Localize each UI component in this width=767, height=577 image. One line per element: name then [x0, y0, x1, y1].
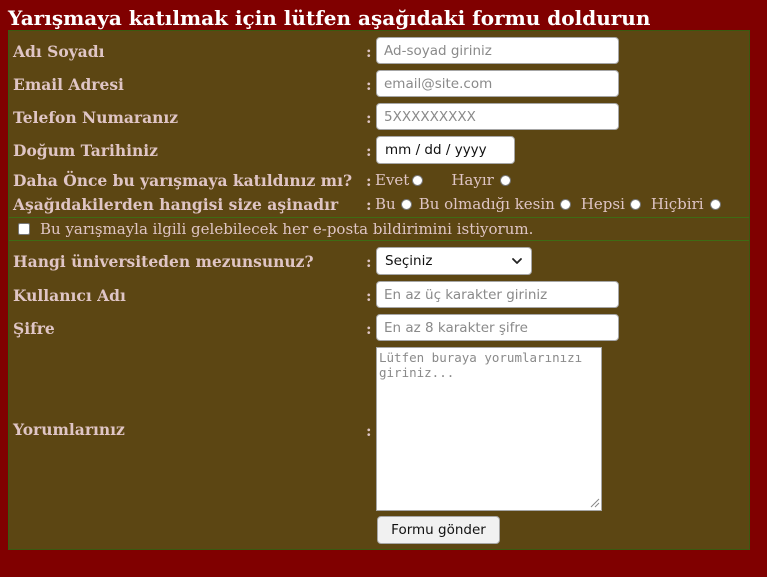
familiar-label: Aşağıdakilerden hangisi size aşinadır	[13, 195, 339, 214]
radio-button[interactable]	[412, 174, 424, 186]
radio-button[interactable]	[629, 198, 641, 210]
colon: :	[366, 422, 372, 440]
radio-button[interactable]	[499, 174, 511, 186]
comments-textarea[interactable]	[376, 347, 602, 511]
name-row: Adı Soyadı :	[9, 37, 751, 66]
resize-grip-icon[interactable]	[589, 497, 600, 508]
birthdate-row: Doğum Tarihiniz : mm / dd / yyyy	[9, 136, 751, 166]
radio-button[interactable]	[709, 198, 721, 210]
username-row: Kullanıcı Adı :	[9, 281, 751, 310]
colon: :	[366, 320, 372, 338]
contest-form: Adı Soyadı : Email Adresi : Telefon Numa…	[8, 30, 750, 550]
name-label: Adı Soyadı	[13, 42, 105, 61]
radio-label: Hayır	[451, 171, 494, 189]
familiar-option-hepsi[interactable]: Hepsi	[581, 195, 641, 213]
familiar-option-bu[interactable]: Bu	[375, 195, 412, 213]
notifications-checkbox[interactable]	[18, 223, 30, 235]
participated-radio-group: Evet Hayır	[375, 171, 511, 189]
email-row: Email Adresi :	[9, 70, 751, 99]
colon: :	[366, 43, 372, 61]
familiar-row: Aşağıdakilerden hangisi size aşinadır : …	[9, 195, 751, 215]
familiar-option-bu-olmadigi-kesin[interactable]: Bu olmadığı kesin	[419, 195, 571, 213]
password-input[interactable]	[376, 314, 619, 341]
participated-option-hayir[interactable]: Hayır	[451, 171, 511, 189]
colon: :	[366, 253, 372, 271]
colon: :	[366, 172, 372, 190]
radio-label: Evet	[375, 171, 410, 189]
chevron-down-icon	[512, 258, 522, 264]
password-row: Şifre :	[9, 314, 751, 343]
birthdate-label: Doğum Tarihiniz	[13, 141, 158, 160]
familiar-radio-group: Bu Bu olmadığı kesin Hepsi Hiçbiri	[375, 195, 721, 213]
colon: :	[366, 142, 372, 160]
university-label: Hangi üniversiteden mezunsunuz?	[13, 252, 314, 271]
page-title: Yarışmaya katılmak için lütfen aşağıdaki…	[8, 6, 651, 30]
comments-label: Yorumlarınız	[13, 420, 125, 439]
radio-label: Bu olmadığı kesin	[418, 195, 555, 213]
submit-button[interactable]: Formu gönder	[377, 516, 500, 544]
birthdate-value: mm / dd / yyyy	[385, 142, 487, 158]
username-label: Kullanıcı Adı	[13, 286, 126, 305]
participated-label: Daha Önce bu yarışmaya katıldınız mı?	[13, 171, 353, 190]
phone-input[interactable]	[376, 103, 619, 130]
university-selected-value: Seçiniz	[385, 253, 433, 269]
university-row: Hangi üniversiteden mezunsunuz? : Seçini…	[9, 247, 751, 277]
password-label: Şifre	[13, 319, 55, 338]
radio-label: Bu	[375, 195, 396, 213]
name-input[interactable]	[376, 37, 619, 64]
familiar-option-hicbiri[interactable]: Hiçbiri	[651, 195, 721, 213]
birthdate-input[interactable]: mm / dd / yyyy	[376, 136, 515, 164]
email-input[interactable]	[376, 70, 619, 97]
username-input[interactable]	[376, 281, 619, 308]
radio-button[interactable]	[400, 198, 412, 210]
colon: :	[366, 287, 372, 305]
radio-button[interactable]	[559, 198, 571, 210]
colon: :	[366, 76, 372, 94]
participated-row: Daha Önce bu yarışmaya katıldınız mı? : …	[9, 171, 751, 191]
participated-option-evet[interactable]: Evet	[375, 171, 424, 189]
phone-row: Telefon Numaranız :	[9, 103, 751, 132]
phone-label: Telefon Numaranız	[13, 108, 179, 127]
radio-label: Hepsi	[580, 195, 625, 213]
colon: :	[366, 196, 372, 214]
notifications-label: Bu yarışmayla ilgili gelebilecek her e-p…	[40, 220, 534, 238]
radio-label: Hiçbiri	[650, 195, 704, 213]
university-select[interactable]: Seçiniz	[376, 247, 532, 275]
colon: :	[366, 109, 372, 127]
email-label: Email Adresi	[13, 75, 124, 94]
notifications-row: Bu yarışmayla ilgili gelebilecek her e-p…	[9, 217, 749, 241]
